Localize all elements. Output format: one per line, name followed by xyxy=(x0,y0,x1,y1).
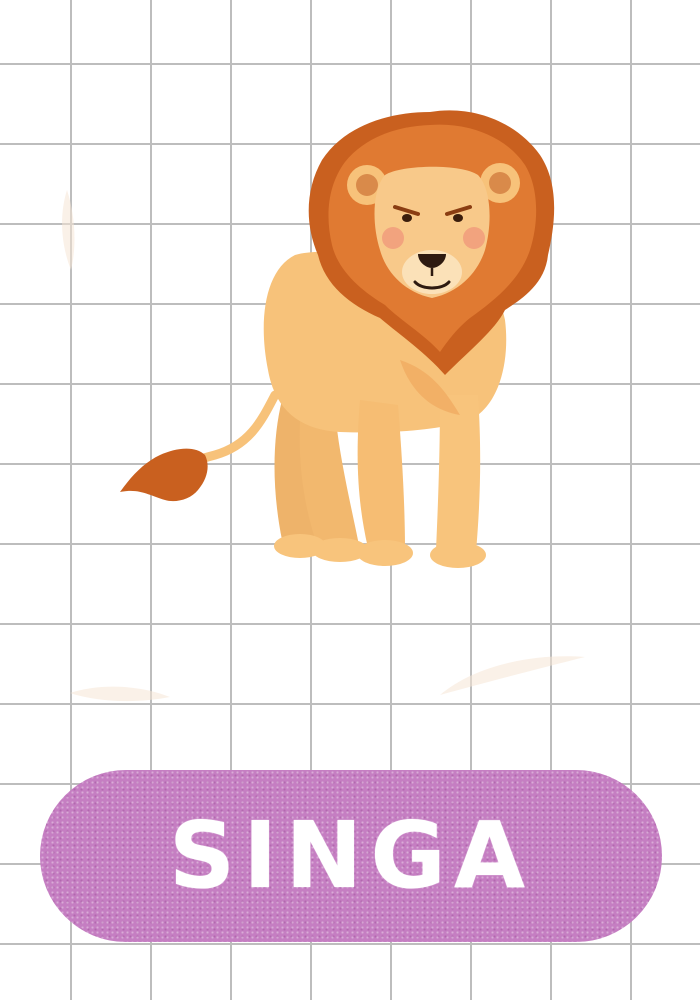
lion-front-leg-left xyxy=(357,400,405,550)
lion-eye-right xyxy=(453,214,463,222)
lion-tail-tuft xyxy=(120,448,208,502)
brush-mark-left xyxy=(62,190,75,270)
brush-mark-bottom-left xyxy=(70,686,170,702)
brush-mark-bottom-right xyxy=(440,656,585,695)
lion-paw xyxy=(357,540,413,566)
word-label: SINGA xyxy=(168,802,534,909)
lion-front-leg-right xyxy=(436,395,481,552)
flashcard: SINGA xyxy=(0,0,700,1000)
lion-eye-left xyxy=(402,214,412,222)
lion-illustration xyxy=(120,110,555,568)
lion-paw xyxy=(430,542,486,568)
word-label-pill: SINGA xyxy=(40,770,662,942)
